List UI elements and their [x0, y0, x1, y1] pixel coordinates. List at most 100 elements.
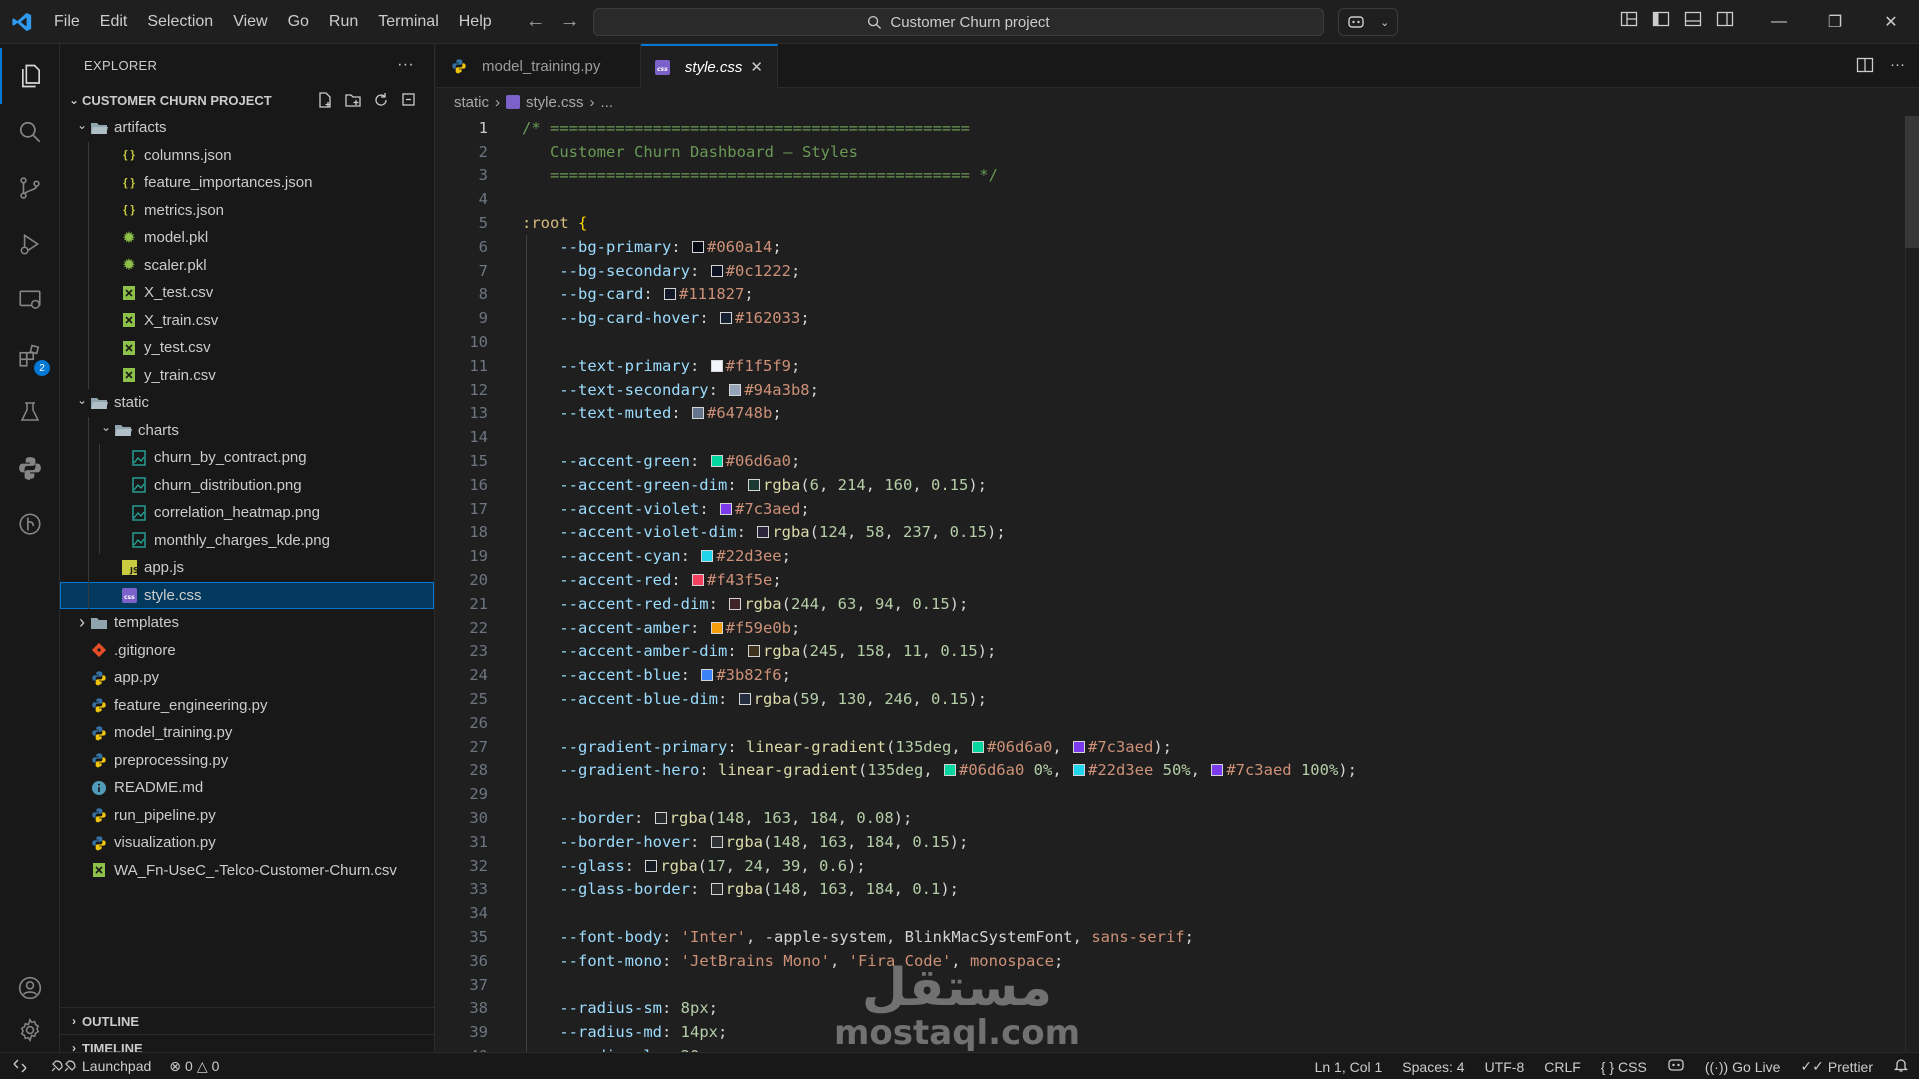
menu-edit[interactable]: Edit	[90, 7, 138, 37]
color-swatch[interactable]	[710, 455, 723, 468]
color-swatch[interactable]	[710, 359, 723, 372]
color-swatch[interactable]	[691, 574, 704, 587]
code-line[interactable]: 2 Customer Churn Dashboard — Styles	[436, 140, 858, 164]
code-line[interactable]: 15 --accent-green: #06d6a0;	[436, 449, 800, 473]
copilot-button[interactable]: ⌄	[1338, 8, 1398, 36]
explorer-more-actions[interactable]: ···	[397, 56, 414, 74]
color-swatch[interactable]	[710, 621, 723, 634]
file-style-css[interactable]: css style.css	[60, 581, 434, 609]
toggle-secondary-sidebar-icon[interactable]	[1716, 10, 1734, 28]
color-swatch[interactable]	[719, 312, 732, 325]
more-actions-icon[interactable]: ···	[1890, 56, 1905, 74]
code-line[interactable]: 34	[436, 901, 522, 925]
color-swatch[interactable]	[738, 693, 751, 706]
forward-arrow-icon[interactable]: →	[560, 10, 580, 33]
cursor-position[interactable]: Ln 1, Col 1	[1315, 1059, 1383, 1075]
notifications-bell-icon[interactable]	[1893, 1057, 1909, 1076]
color-swatch[interactable]	[1072, 764, 1085, 777]
command-center-search[interactable]: Customer Churn project	[593, 8, 1324, 36]
code-line[interactable]: 8 --bg-card: #111827;	[436, 283, 754, 307]
color-swatch[interactable]	[747, 645, 760, 658]
breadcrumb-folder[interactable]: static	[454, 94, 489, 111]
color-swatch[interactable]	[710, 835, 723, 848]
scrollbar-thumb[interactable]	[1905, 116, 1919, 248]
color-swatch[interactable]	[654, 812, 667, 825]
settings-gear-icon[interactable]	[0, 1002, 60, 1058]
search-sidebar-icon[interactable]	[0, 104, 60, 160]
file-preprocessing-py[interactable]: preprocessing.py	[60, 747, 434, 775]
color-swatch[interactable]	[1072, 740, 1085, 753]
python-icon[interactable]	[0, 440, 60, 496]
code-line[interactable]: 19 --accent-cyan: #22d3ee;	[436, 544, 791, 568]
source-control-icon[interactable]	[0, 160, 60, 216]
tab-model-training-py[interactable]: model_training.py	[436, 44, 641, 88]
encoding[interactable]: UTF-8	[1485, 1059, 1525, 1075]
code-line[interactable]: 6 --bg-primary: #060a14;	[436, 235, 782, 259]
menu-help[interactable]: Help	[449, 7, 502, 37]
code-editor[interactable]: 1 /* ====================================…	[436, 116, 1919, 1052]
prettier-item[interactable]: ✓✓ Prettier	[1800, 1058, 1873, 1075]
color-swatch[interactable]	[747, 478, 760, 491]
code-line[interactable]: 32 --glass: rgba(17, 24, 39, 0.6);	[436, 854, 865, 878]
code-line[interactable]: 27 --gradient-primary: linear-gradient(1…	[436, 735, 1172, 759]
color-swatch[interactable]	[971, 740, 984, 753]
code-line[interactable]: 20 --accent-red: #f43f5e;	[436, 568, 781, 592]
color-swatch[interactable]	[701, 669, 714, 682]
back-arrow-icon[interactable]: ←	[526, 10, 546, 33]
code-line[interactable]: 5:root {	[436, 211, 588, 235]
menu-view[interactable]: View	[223, 7, 277, 37]
code-line[interactable]: 23 --accent-amber-dim: rgba(245, 158, 11…	[436, 640, 996, 664]
menu-file[interactable]: File	[44, 7, 90, 37]
tab-style-css[interactable]: css style.css ✕	[641, 44, 778, 88]
color-swatch[interactable]	[1211, 764, 1224, 777]
code-line[interactable]: 9 --bg-card-hover: #162033;	[436, 306, 810, 330]
code-line[interactable]: 12 --text-secondary: #94a3b8;	[436, 378, 819, 402]
code-line[interactable]: 24 --accent-blue: #3b82f6;	[436, 663, 791, 687]
problems-item[interactable]: ⊗ 0 △ 0	[169, 1058, 219, 1075]
extensions-icon[interactable]: 2	[0, 328, 60, 384]
file-feature-engineering-py[interactable]: feature_engineering.py	[60, 692, 434, 720]
code-line[interactable]: 21 --accent-red-dim: rgba(244, 63, 94, 0…	[436, 592, 968, 616]
menu-selection[interactable]: Selection	[137, 7, 223, 37]
code-line[interactable]: 14	[436, 425, 522, 449]
file-y-test-csv[interactable]: y_test.csv	[60, 334, 434, 362]
code-line[interactable]: 37	[436, 973, 522, 997]
split-editor-icon[interactable]	[1856, 56, 1874, 74]
color-swatch[interactable]	[691, 407, 704, 420]
folder-templates[interactable]: › templates	[60, 609, 434, 637]
file-churn-distribution-png[interactable]: churn_distribution.png	[60, 471, 434, 499]
menu-run[interactable]: Run	[319, 7, 368, 37]
file-scaler-pkl[interactable]: ✹ scaler.pkl	[60, 251, 434, 279]
code-line[interactable]: 40 --radius-lg: 20px;	[436, 1044, 727, 1052]
new-file-icon[interactable]	[316, 91, 334, 109]
file-wa-fn-usec-telco-customer-churn-csv[interactable]: WA_Fn-UseC_-Telco-Customer-Churn.csv	[60, 857, 434, 885]
code-line[interactable]: 33 --glass-border: rgba(148, 163, 184, 0…	[436, 878, 959, 902]
code-line[interactable]: 7 --bg-secondary: #0c1222;	[436, 259, 801, 283]
file-app-py[interactable]: app.py	[60, 664, 434, 692]
color-swatch[interactable]	[719, 502, 732, 515]
close-tab-icon[interactable]: ✕	[750, 58, 763, 76]
language-mode[interactable]: { } CSS	[1601, 1059, 1647, 1075]
code-line[interactable]: 26	[436, 711, 522, 735]
code-line[interactable]: 18 --accent-violet-dim: rgba(124, 58, 23…	[436, 521, 1005, 545]
code-line[interactable]: 3 ======================================…	[436, 164, 998, 188]
file-monthly-charges-kde-png[interactable]: monthly_charges_kde.png	[60, 526, 434, 554]
color-swatch[interactable]	[664, 288, 676, 301]
color-swatch[interactable]	[710, 883, 723, 896]
menu-terminal[interactable]: Terminal	[368, 7, 448, 37]
explorer-icon[interactable]	[0, 48, 60, 104]
code-line[interactable]: 39 --radius-md: 14px;	[436, 1020, 727, 1044]
color-swatch[interactable]	[757, 526, 770, 539]
code-line[interactable]: 38 --radius-sm: 8px;	[436, 997, 718, 1021]
testing-icon[interactable]	[0, 384, 60, 440]
color-swatch[interactable]	[701, 550, 714, 563]
toggle-primary-sidebar-icon[interactable]	[1652, 10, 1670, 28]
close-window-icon[interactable]: ✕	[1863, 0, 1919, 44]
code-line[interactable]: 17 --accent-violet: #7c3aed;	[436, 497, 809, 521]
folder-static[interactable]: ⌄ static	[60, 389, 434, 417]
file-metrics-json[interactable]: { } metrics.json	[60, 196, 434, 224]
folder-artifacts[interactable]: ⌄ artifacts	[60, 114, 434, 142]
file-feature-importances-json[interactable]: { } feature_importances.json	[60, 169, 434, 197]
file-x-test-csv[interactable]: X_test.csv	[60, 279, 434, 307]
file-correlation-heatmap-png[interactable]: correlation_heatmap.png	[60, 499, 434, 527]
